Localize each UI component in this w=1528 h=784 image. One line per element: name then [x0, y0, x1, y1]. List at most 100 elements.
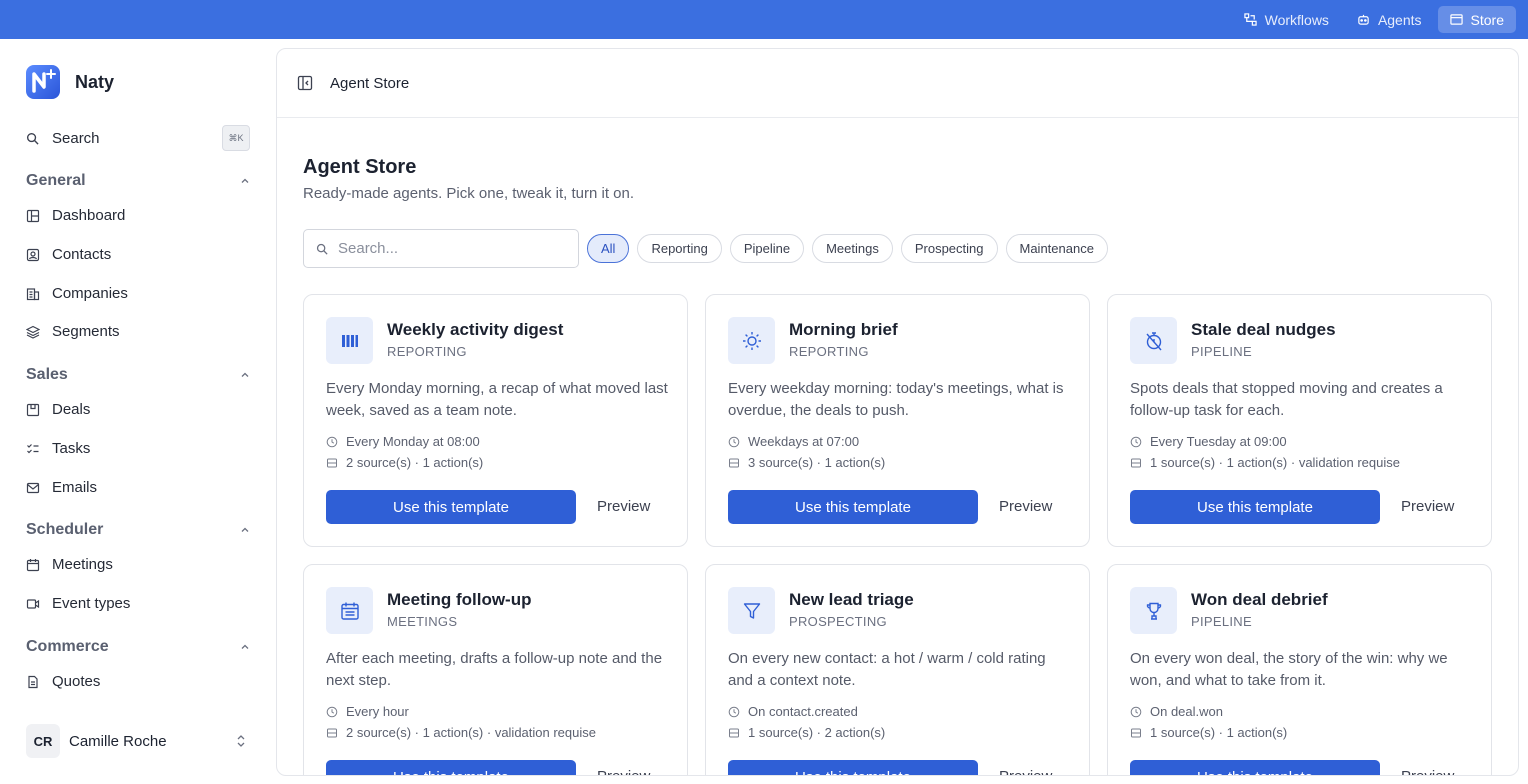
- preview-button[interactable]: Preview: [999, 768, 1052, 775]
- clock-icon: [728, 436, 740, 447]
- deals-icon: [26, 403, 40, 416]
- sidebar-item-label: Segments: [52, 323, 120, 340]
- card-icon-box: [1130, 317, 1177, 364]
- section-commerce[interactable]: Commerce: [26, 638, 250, 656]
- calendar-icon: [340, 602, 359, 620]
- section-title: Scheduler: [26, 521, 104, 538]
- sidebar-item-label: Meetings: [52, 556, 113, 573]
- search-icon: [26, 132, 39, 145]
- section-title: Sales: [26, 366, 68, 383]
- sidebar-item-label: Tasks: [52, 440, 91, 457]
- card-schedule: Every Monday at 08:00: [326, 434, 480, 449]
- topnav-agents[interactable]: Agents: [1345, 6, 1434, 33]
- sidebar-toggle-icon[interactable]: [297, 75, 313, 91]
- use-template-button[interactable]: Use this template: [728, 490, 978, 524]
- search-placeholder: Search...: [338, 240, 399, 257]
- topnav-label: Workflows: [1264, 11, 1329, 28]
- topnav-store[interactable]: Store: [1437, 6, 1516, 33]
- dashboard-icon: [26, 209, 40, 222]
- sidebar-item-companies[interactable]: Companies: [26, 285, 128, 302]
- preview-button[interactable]: Preview: [597, 498, 650, 515]
- template-card: New lead triage PROSPECTING On every new…: [705, 564, 1090, 775]
- preview-button[interactable]: Preview: [597, 768, 650, 775]
- sidebar-search-label: Search: [52, 129, 100, 147]
- card-category: PIPELINE: [1191, 344, 1252, 359]
- sidebar-search[interactable]: Search ⌘K: [26, 125, 250, 151]
- sidebar-item-tasks[interactable]: Tasks: [26, 440, 90, 457]
- layers-icon: [26, 325, 40, 339]
- section-sales[interactable]: Sales: [26, 366, 250, 384]
- filter-meetings[interactable]: Meetings: [812, 234, 893, 263]
- section-scheduler[interactable]: Scheduler: [26, 521, 250, 539]
- clock-icon: [1130, 436, 1142, 447]
- template-card: Meeting follow-up MEETINGS After each me…: [303, 564, 688, 775]
- template-card: Morning brief REPORTING Every weekday mo…: [705, 294, 1090, 547]
- main-panel: Agent Store Agent Store Ready-made agent…: [276, 48, 1519, 776]
- sidebar-item-label: Contacts: [52, 246, 112, 263]
- sidebar-item-emails[interactable]: Emails: [26, 479, 97, 496]
- card-icon-box: [728, 587, 775, 634]
- store-icon: [1449, 14, 1463, 25]
- sidebar-item-event-types[interactable]: Event types: [26, 595, 130, 612]
- template-card: Stale deal nudges PIPELINE Spots deals t…: [1107, 294, 1492, 547]
- barcode-icon: [341, 334, 358, 347]
- sidebar-item-contacts[interactable]: Contacts: [26, 246, 111, 263]
- sidebar-item-segments[interactable]: Segments: [26, 323, 120, 340]
- sidebar-item-label: Event types: [52, 595, 131, 612]
- top-nav: Workflows Agents Store: [1232, 6, 1516, 33]
- card-description: On every new contact: a hot / warm / col…: [728, 650, 1046, 689]
- chevron-up-icon: [241, 527, 249, 532]
- chevrons-up-down-icon: [237, 735, 245, 747]
- contacts-icon: [26, 248, 40, 261]
- sidebar-item-deals[interactable]: Deals: [26, 401, 90, 418]
- card-description: Spots deals that stopped moving and crea…: [1130, 380, 1443, 419]
- topnav-label: Store: [1470, 11, 1504, 28]
- section-general[interactable]: General: [26, 172, 250, 190]
- preview-button[interactable]: Preview: [1401, 768, 1454, 775]
- card-category: PROSPECTING: [789, 614, 887, 629]
- timer-off-icon: [1145, 331, 1162, 350]
- chevron-up-icon: [241, 644, 249, 649]
- template-card: Won deal debrief PIPELINE On every won d…: [1107, 564, 1492, 775]
- use-template-button[interactable]: Use this template: [728, 760, 978, 775]
- clock-icon: [1130, 706, 1142, 717]
- card-icon-box: [326, 587, 373, 634]
- card-description: On every won deal, the story of the win:…: [1130, 650, 1448, 689]
- page-title: Agent Store: [303, 156, 417, 178]
- store-search-input[interactable]: Search...: [303, 229, 579, 268]
- sidebar-item-label: Companies: [52, 285, 128, 302]
- card-schedule: On contact.created: [728, 704, 858, 719]
- filter-reporting[interactable]: Reporting: [637, 234, 722, 263]
- clock-icon: [728, 706, 740, 717]
- schedule-text: Every Monday at 08:00: [346, 434, 480, 449]
- database-icon: [327, 728, 337, 737]
- use-template-button[interactable]: Use this template: [1130, 490, 1380, 524]
- topnav-workflows[interactable]: Workflows: [1232, 6, 1341, 33]
- avatar: CR: [26, 724, 60, 758]
- document-icon: [28, 675, 38, 688]
- filter-maintenance[interactable]: Maintenance: [1005, 234, 1108, 263]
- user-menu[interactable]: CR Camille Roche: [26, 724, 250, 758]
- preview-button[interactable]: Preview: [999, 498, 1052, 515]
- use-template-button[interactable]: Use this template: [1130, 760, 1380, 775]
- sidebar-item-quotes[interactable]: Quotes: [26, 673, 100, 690]
- video-icon: [26, 598, 40, 609]
- use-template-button[interactable]: Use this template: [326, 760, 576, 775]
- card-details: 1 source(s) · 2 action(s): [728, 725, 885, 740]
- card-details: 1 source(s) · 1 action(s): [1130, 725, 1287, 740]
- filter-all[interactable]: All: [587, 234, 630, 263]
- database-icon: [729, 728, 739, 737]
- sidebar-item-label: Deals: [52, 401, 91, 418]
- details-text: 1 source(s) · 1 action(s): [1150, 725, 1288, 740]
- details-text: 1 source(s) · 2 action(s): [748, 725, 886, 740]
- use-template-button[interactable]: Use this template: [326, 490, 576, 524]
- sidebar-item-dashboard[interactable]: Dashboard: [26, 207, 125, 224]
- brand[interactable]: Naty: [26, 65, 114, 99]
- trophy-icon: [1146, 602, 1161, 620]
- filter-prospecting[interactable]: Prospecting: [900, 234, 998, 263]
- filter-pipeline[interactable]: Pipeline: [729, 234, 805, 263]
- sidebar-item-meetings[interactable]: Meetings: [26, 556, 113, 573]
- preview-button[interactable]: Preview: [1401, 498, 1454, 515]
- card-details: 2 source(s) · 1 action(s): [326, 455, 483, 470]
- sun-icon: [742, 331, 761, 350]
